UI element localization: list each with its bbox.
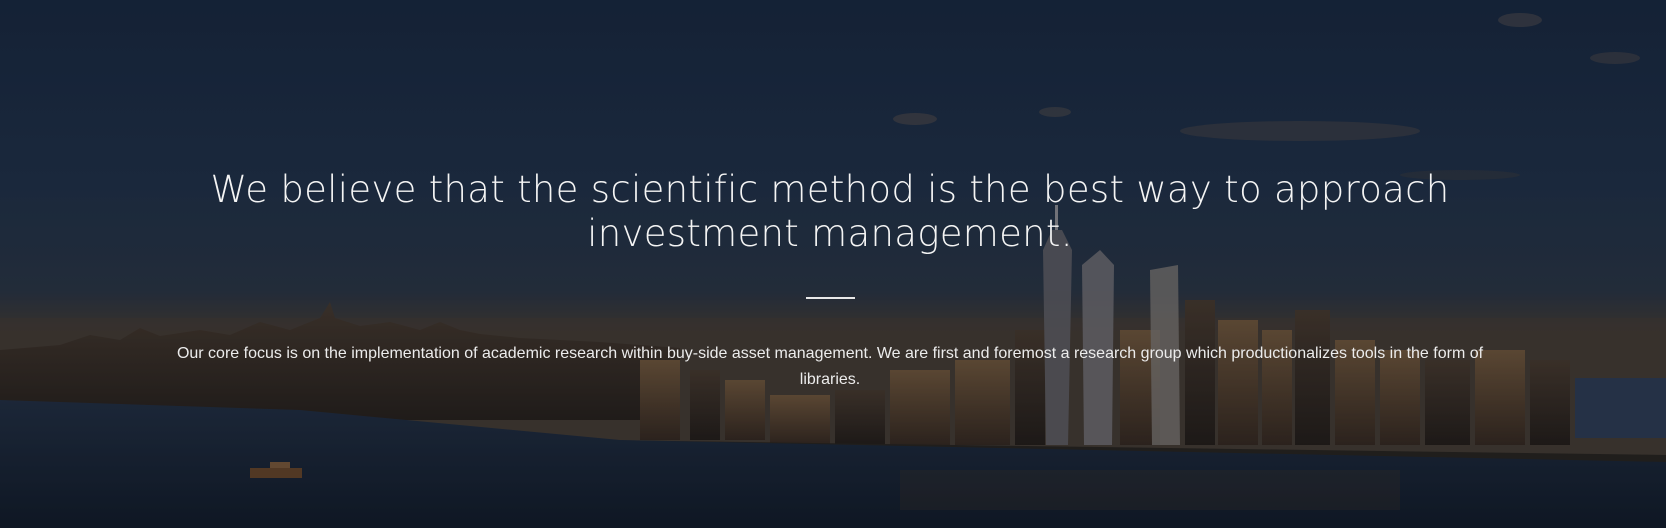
hero-content: We believe that the scientific method is… xyxy=(0,0,1666,528)
hero-headline: We believe that the scientific method is… xyxy=(210,168,1450,255)
hero-divider xyxy=(806,297,855,299)
hero-section: We believe that the scientific method is… xyxy=(0,0,1666,528)
hero-subtext: Our core focus is on the implementation … xyxy=(176,345,1484,388)
